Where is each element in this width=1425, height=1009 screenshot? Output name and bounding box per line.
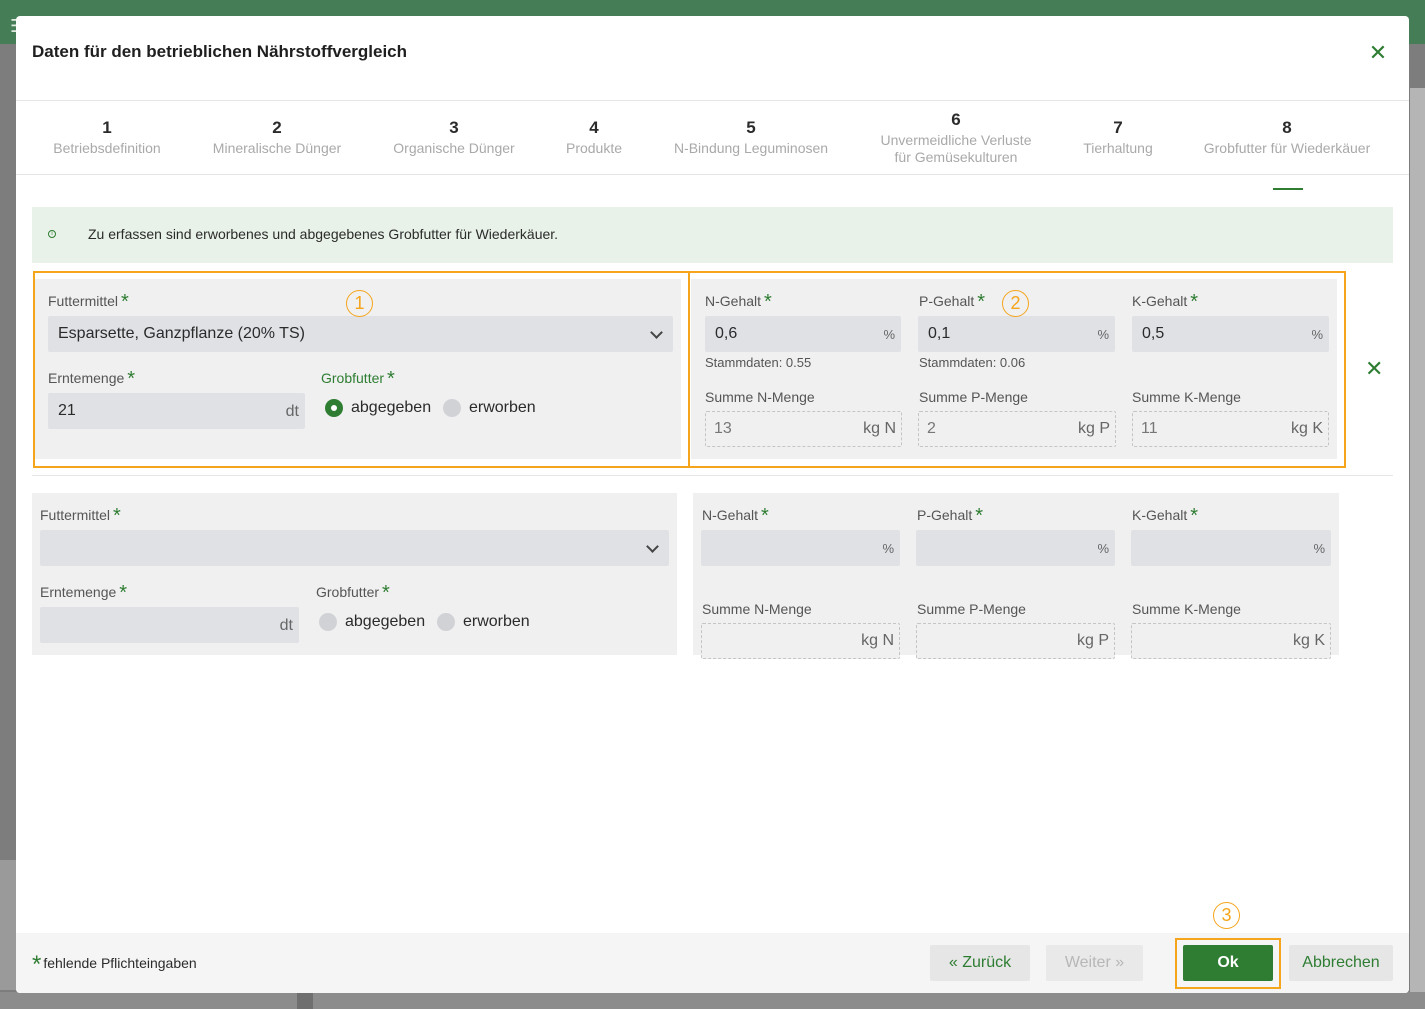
row-divider xyxy=(32,475,1393,476)
double-chevron-left-icon: « xyxy=(948,954,958,971)
step-label: Betriebsdefinition xyxy=(53,140,161,156)
background-panel xyxy=(1410,88,1425,1008)
step-number: 8 xyxy=(1282,118,1292,137)
step-label: Unvermeidliche Verluste xyxy=(880,132,1032,148)
step-7-tierhaltung[interactable]: 7 Tierhaltung xyxy=(1083,116,1153,157)
row-2-feed-card: Futtermittel * Erntemenge * dt Grobfutter *… xyxy=(32,493,677,655)
summe-n-label: Summe N-Menge xyxy=(702,601,812,617)
dialog-title: Daten für den betrieblichen Nährstoffver… xyxy=(32,42,408,61)
n-gehalt-input[interactable]: % xyxy=(701,530,900,566)
summe-k-label: Summe K-Menge xyxy=(1132,601,1241,617)
step-label: Mineralische Dünger xyxy=(212,140,342,156)
annotation-marker-2: 2 xyxy=(1002,290,1029,317)
step-number: 7 xyxy=(1113,118,1123,137)
background-scrollbar xyxy=(297,992,313,1009)
step-number: 6 xyxy=(951,110,961,129)
summe-p-field: kg P xyxy=(916,623,1115,659)
divider xyxy=(16,174,1409,175)
summe-p-label: Summe P-Menge xyxy=(917,601,1026,617)
annotation-box-3 xyxy=(1175,938,1281,989)
p-gehalt-label: P-Gehalt * xyxy=(917,505,984,527)
erworben-radio[interactable] xyxy=(437,613,455,631)
annotation-marker-1: 1 xyxy=(346,290,373,317)
unit-label: dt xyxy=(279,617,293,634)
step-6-unvermeidliche-verluste[interactable]: 6 Unvermeidliche Verluste für Gemüsekultur… xyxy=(881,108,1032,166)
active-step-indicator xyxy=(1273,188,1303,190)
step-4-produkte[interactable]: 4 Produkte xyxy=(566,116,622,157)
remove-row-icon[interactable]: ✕ xyxy=(1365,357,1383,382)
step-2-mineralische-duenger[interactable]: 2 Mineralische Dünger xyxy=(213,116,341,157)
futtermittel-select[interactable] xyxy=(40,530,669,566)
cancel-button[interactable]: Abbrechen xyxy=(1289,945,1393,981)
abgegeben-label[interactable]: abgegeben xyxy=(345,613,425,631)
step-label: Organische Dünger xyxy=(393,140,515,156)
step-label: Tierhaltung xyxy=(1083,140,1153,156)
info-icon: i xyxy=(48,230,56,238)
next-button[interactable]: Weiter » xyxy=(1046,945,1143,981)
step-label-line2: für Gemüsekulturen xyxy=(894,149,1018,165)
abgegeben-radio[interactable] xyxy=(319,613,337,631)
unit-label: % xyxy=(1097,541,1109,556)
unit-label: kg N xyxy=(861,632,894,649)
back-button[interactable]: « Zurück xyxy=(930,945,1030,981)
step-number: 5 xyxy=(746,118,756,137)
annotation-marker-3: 3 xyxy=(1213,902,1240,929)
step-label: Produkte xyxy=(565,140,623,156)
summe-k-field: kg K xyxy=(1131,623,1331,659)
background-panel-left xyxy=(0,860,16,990)
close-icon[interactable]: ✕ xyxy=(1368,42,1388,66)
required-note: * fehlende Pflichteingaben xyxy=(32,951,197,978)
unit-label: % xyxy=(1313,541,1325,556)
step-3-organische-duenger[interactable]: 3 Organische Dünger xyxy=(393,116,514,157)
step-number: 3 xyxy=(449,118,459,137)
futtermittel-label: Futtermittel * xyxy=(40,505,121,527)
step-5-n-bindung[interactable]: 5 N-Bindung Leguminosen xyxy=(674,116,828,157)
erntemenge-input[interactable]: dt xyxy=(40,607,299,643)
info-text: Zu erfassen sind erworbenes und abgegebe… xyxy=(88,226,559,242)
k-gehalt-label: K-Gehalt * xyxy=(1132,505,1199,527)
chevron-down-icon xyxy=(646,540,659,553)
step-number: 2 xyxy=(272,118,282,137)
p-gehalt-input[interactable]: % xyxy=(916,530,1115,566)
step-label: Grobfutter für Wiederkäuer xyxy=(1203,140,1371,156)
erntemenge-label: Erntemenge * xyxy=(40,582,128,604)
row-2-nutrient-card: N-Gehalt * % P-Gehalt * % K-Gehalt * % Summ… xyxy=(693,493,1339,659)
divider xyxy=(16,100,1409,101)
n-gehalt-label: N-Gehalt * xyxy=(702,505,769,527)
step-8-grobfutter[interactable]: 8 Grobfutter für Wiederkäuer xyxy=(1204,116,1371,157)
step-1-betriebsdefinition[interactable]: 1 Betriebsdefinition xyxy=(53,116,160,157)
double-chevron-right-icon: » xyxy=(1115,954,1125,971)
erworben-label[interactable]: erworben xyxy=(463,613,530,631)
k-gehalt-input[interactable]: % xyxy=(1131,530,1331,566)
step-number: 4 xyxy=(589,118,599,137)
step-label: N-Bindung Leguminosen xyxy=(673,140,829,156)
unit-label: kg K xyxy=(1292,632,1325,649)
unit-label: kg P xyxy=(1076,632,1109,649)
grobfutter-label: Grobfutter * xyxy=(316,582,390,604)
background-footer xyxy=(0,992,1425,1009)
info-banner: i Zu erfassen sind erworbenes und abgege… xyxy=(32,207,1393,263)
summe-n-field: kg N xyxy=(701,623,900,659)
dialog: Daten für den betrieblichen Nährstoffver… xyxy=(16,16,1409,993)
unit-label: % xyxy=(882,541,894,556)
step-number: 1 xyxy=(102,118,112,137)
